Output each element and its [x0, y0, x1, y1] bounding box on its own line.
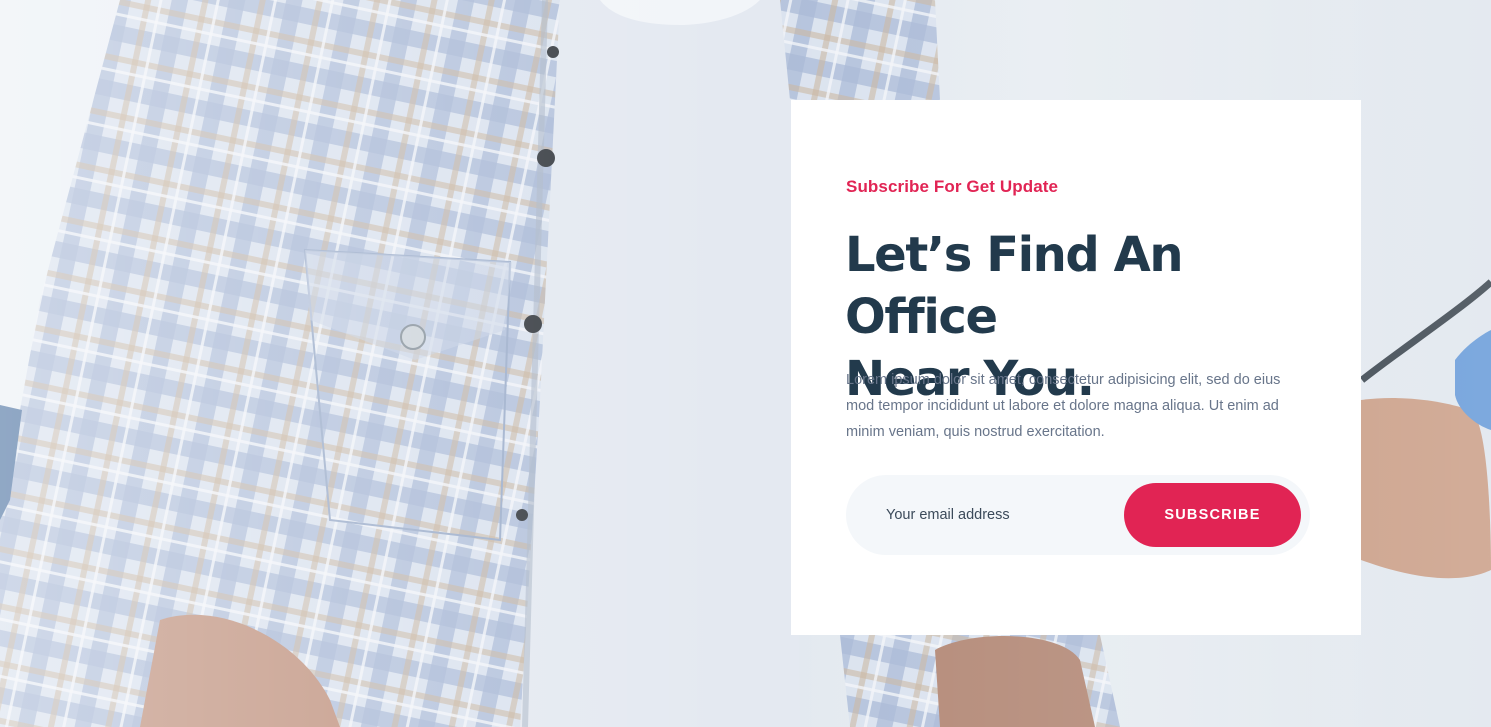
heading-line-1: Let’s Find An Office: [845, 227, 1184, 345]
subscribe-card: Subscribe For Get Update Let’s Find An O…: [791, 100, 1361, 635]
subscribe-button[interactable]: SUBSCRIBE: [1124, 483, 1301, 547]
email-input[interactable]: [846, 475, 1116, 555]
subscribe-form: SUBSCRIBE: [846, 475, 1310, 555]
subscribe-description: Lorem ipsum dolor sit amet, consectetur …: [846, 372, 1281, 440]
subscribe-eyebrow: Subscribe For Get Update: [846, 177, 1059, 196]
